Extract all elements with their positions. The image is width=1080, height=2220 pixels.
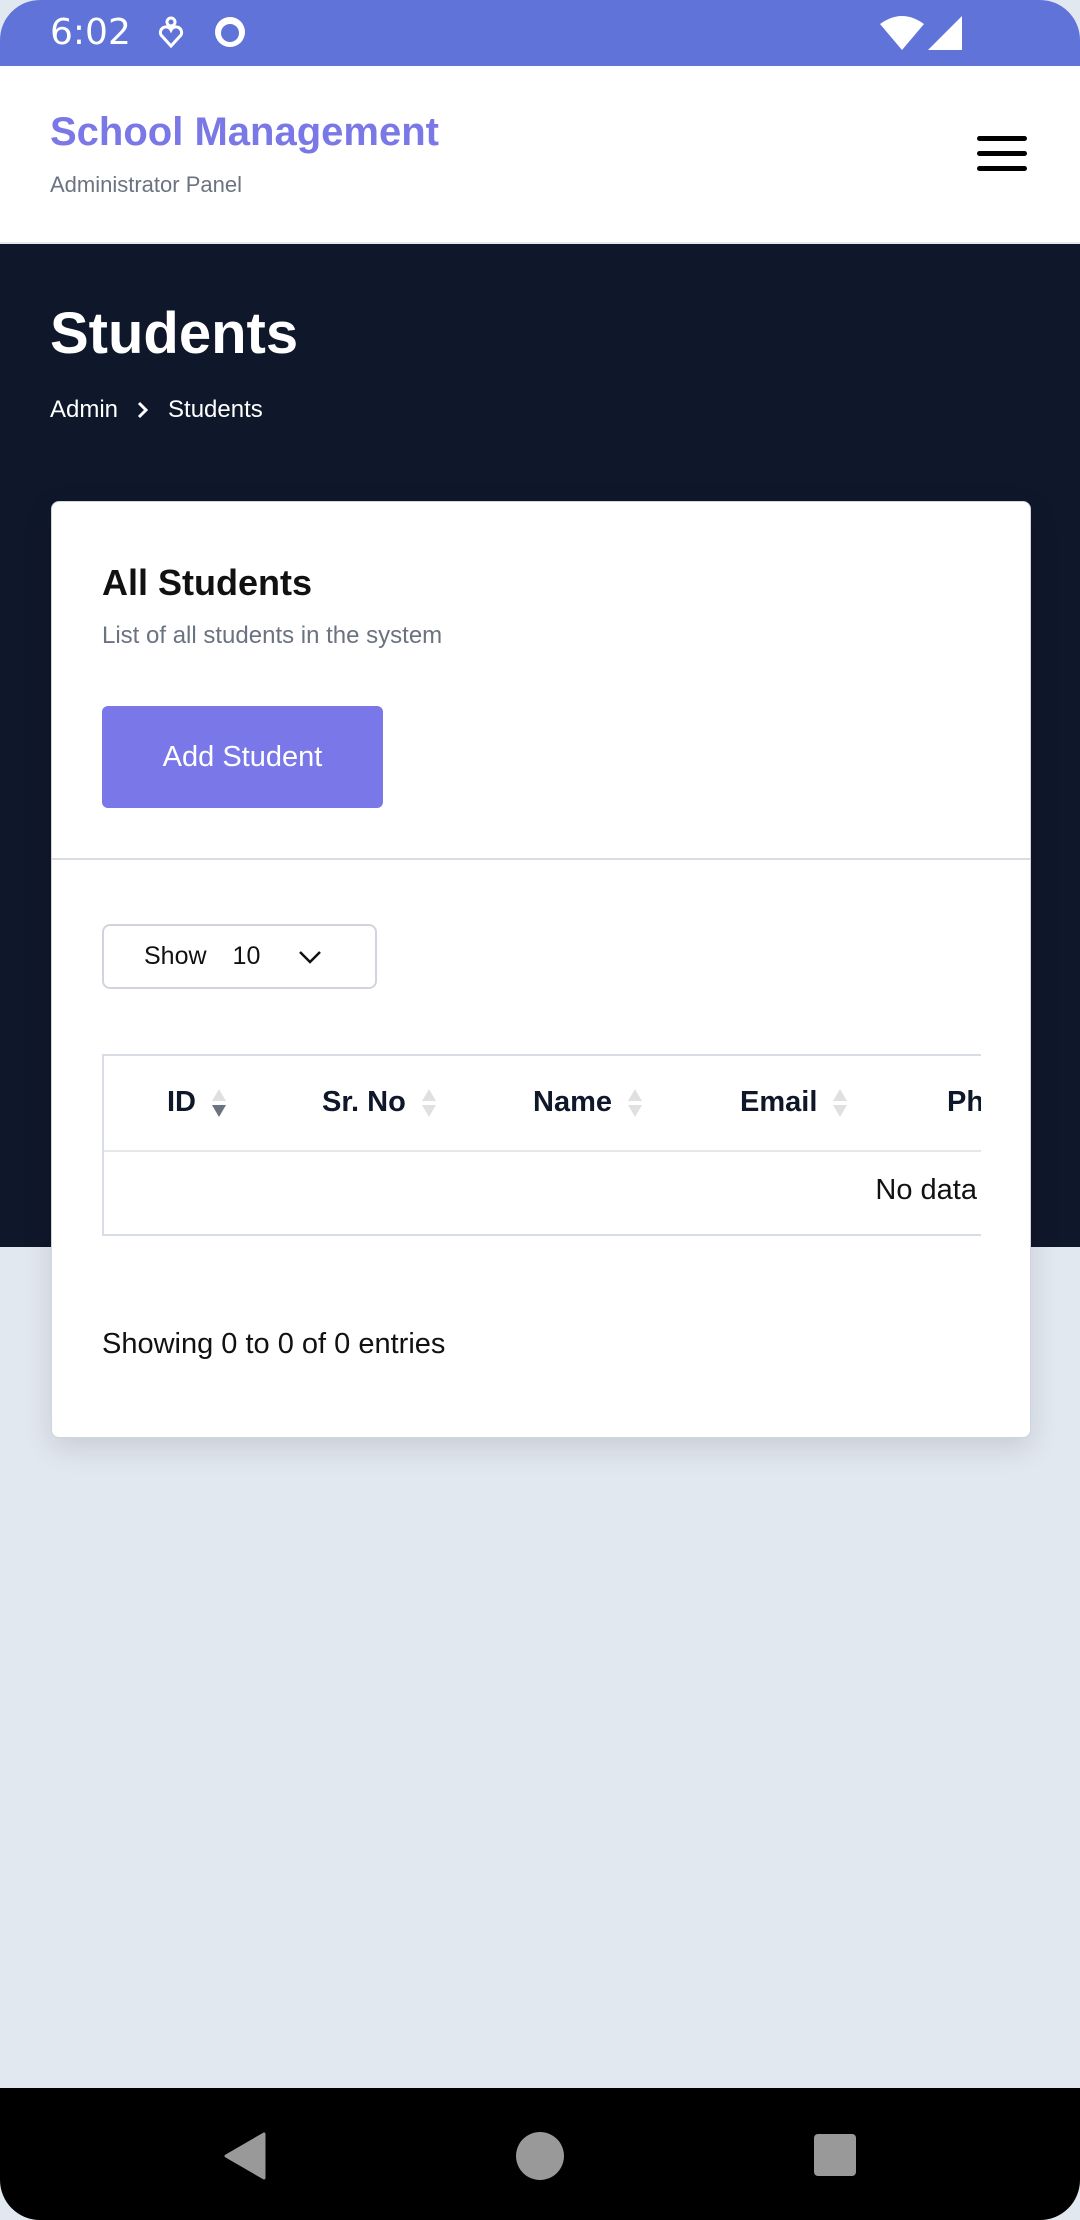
add-student-button[interactable]: Add Student <box>102 706 383 808</box>
column-label: ID <box>167 1086 196 1118</box>
accessibility-icon <box>158 16 184 48</box>
column-label: Email <box>740 1086 818 1118</box>
status-bar: 6:02 <box>0 0 1080 66</box>
column-header-sr-no[interactable]: Sr. No <box>322 1086 436 1119</box>
sort-icon <box>833 1088 848 1117</box>
students-table: ID Sr. No Name Email Ph No data <box>102 1054 981 1236</box>
sort-icon <box>212 1088 226 1117</box>
card-title: All Students <box>102 562 313 603</box>
chevron-right-icon <box>137 401 149 419</box>
empty-table-message: No data <box>875 1174 977 1206</box>
app-subtitle: Administrator Panel <box>50 172 242 197</box>
page-size-label: Show <box>144 942 207 970</box>
hamburger-icon[interactable] <box>977 136 1027 172</box>
column-label: Sr. No <box>322 1086 406 1118</box>
column-header-phone[interactable]: Ph <box>947 1086 981 1119</box>
sort-icon <box>628 1088 642 1117</box>
card-subtitle: List of all students in the system <box>102 622 443 649</box>
table-header: ID Sr. No Name Email Ph <box>104 1056 981 1152</box>
column-label: Ph <box>947 1086 981 1118</box>
back-icon[interactable] <box>224 2132 268 2180</box>
page-size-select[interactable]: Show 10 <box>102 924 377 989</box>
app-title: School Management <box>50 110 439 154</box>
sort-icon <box>421 1088 436 1117</box>
recents-icon[interactable] <box>814 2134 856 2176</box>
column-header-email[interactable]: Email <box>740 1086 848 1119</box>
app-header: School Management Administrator Panel <box>0 66 1080 244</box>
signal-icon <box>928 16 962 50</box>
column-header-name[interactable]: Name <box>533 1086 642 1119</box>
home-icon[interactable] <box>516 2132 564 2180</box>
page-title: Students <box>50 301 299 366</box>
cat-face-icon <box>215 17 245 47</box>
wifi-icon <box>880 16 924 50</box>
breadcrumb-admin[interactable]: Admin <box>50 396 118 424</box>
column-header-id[interactable]: ID <box>167 1086 226 1119</box>
entries-info: Showing 0 to 0 of 0 entries <box>102 1328 446 1360</box>
breadcrumb-students: Students <box>168 396 263 423</box>
status-time: 6:02 <box>50 12 131 53</box>
page-size-value: 10 <box>232 942 261 970</box>
breadcrumb: Admin Students <box>50 396 263 424</box>
system-nav-bar <box>0 2088 1080 2220</box>
column-label: Name <box>533 1086 612 1118</box>
chevron-down-icon <box>299 950 322 964</box>
students-card: All Students List of all students in the… <box>51 501 1031 1438</box>
divider <box>52 858 1030 860</box>
